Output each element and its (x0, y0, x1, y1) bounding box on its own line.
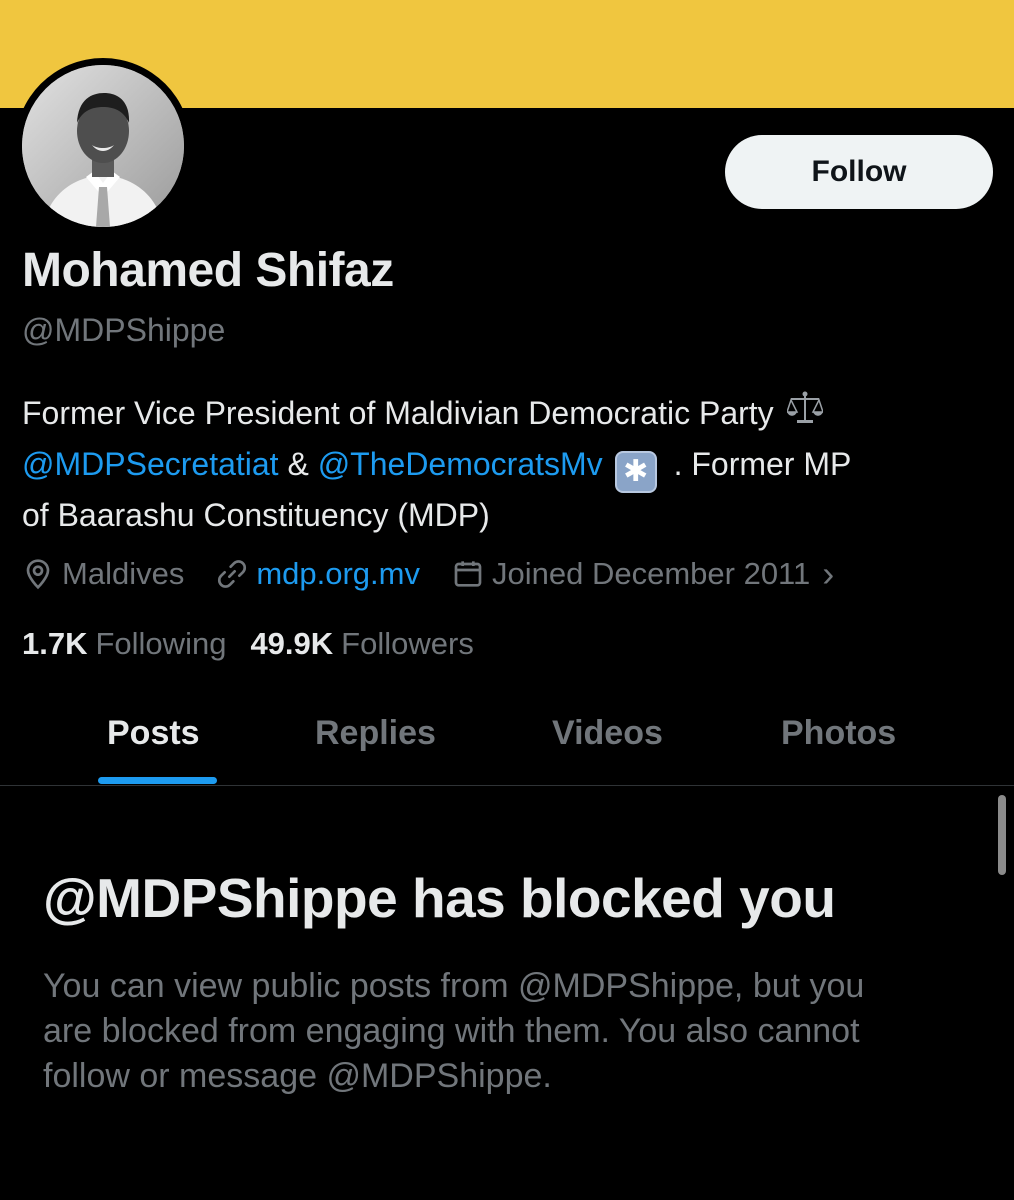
location-text: Maldives (62, 556, 185, 591)
tab-replies[interactable]: Replies (315, 714, 436, 753)
website-link[interactable]: mdp.org.mv (256, 556, 420, 592)
tab-posts[interactable]: Posts (107, 714, 200, 753)
profile-meta: Maldives mdp.org.mv Joined December 2011… (22, 552, 866, 596)
following-label: Following (95, 626, 227, 661)
bio-line-1-text: Former Vice President of Maldivian Democ… (22, 395, 774, 431)
joined-text: Joined December 2011 (492, 556, 811, 591)
location-item: Maldives (22, 556, 184, 592)
scales-emoji-icon (785, 390, 824, 441)
blocked-message-line-3: follow or message @MDPShippe. (43, 1057, 552, 1095)
bio-line-1: Former Vice President of Maldivian Democ… (22, 388, 997, 439)
link-icon (218, 560, 247, 588)
blocked-message-line-2: are blocked from engaging with them. You… (43, 1012, 860, 1050)
active-tab-indicator (98, 777, 217, 784)
followers-count: 49.9K (250, 626, 334, 661)
mention-mdpsecretatiat-link[interactable]: @MDPSecretatiat (22, 446, 279, 482)
asterisk-emoji-icon: ✱ (614, 450, 657, 493)
website-item[interactable]: mdp.org.mv (216, 556, 420, 592)
blocked-title: @MDPShippe has blocked you (43, 867, 836, 929)
bio-line-3: of Baarashu Constituency (MDP) (22, 497, 490, 533)
chevron-right-icon: › (822, 553, 835, 594)
followers-label: Followers (341, 626, 474, 661)
followers-link[interactable]: 49.9K Followers (250, 626, 473, 662)
avatar[interactable] (22, 65, 184, 227)
bio-line-2: @MDPSecretatiat & @TheDemocratsMv ✱ . For… (22, 439, 997, 493)
calendar-icon (454, 561, 482, 587)
profile-bio: Former Vice President of Maldivian Democ… (22, 388, 997, 541)
tab-photos[interactable]: Photos (781, 714, 896, 753)
bio-line-2-tail: . Former MP (664, 446, 852, 482)
display-name: Mohamed Shifaz (22, 244, 394, 297)
joined-item[interactable]: Joined December 2011 › (452, 553, 834, 595)
following-link[interactable]: 1.7K Following (22, 626, 226, 662)
follow-button[interactable]: Follow (725, 135, 993, 209)
following-count: 1.7K (22, 626, 88, 661)
avatar-photo-icon (22, 65, 184, 227)
scrollbar[interactable] (998, 795, 1006, 875)
profile-tabs: Posts Replies Videos Photos (0, 700, 1014, 786)
blocked-message-line-1: You can view public posts from @MDPShipp… (43, 967, 865, 1005)
blocked-message: You can view public posts from @MDPShipp… (43, 964, 983, 1099)
profile-handle: @MDPShippe (22, 312, 226, 348)
tab-videos[interactable]: Videos (552, 714, 663, 753)
location-pin-icon (26, 559, 50, 590)
bio-ampersand: & (278, 446, 318, 482)
follow-counts: 1.7K Following 49.9K Followers (22, 622, 498, 666)
mention-thedemocratsmv-link[interactable]: @TheDemocratsMv (318, 446, 603, 482)
